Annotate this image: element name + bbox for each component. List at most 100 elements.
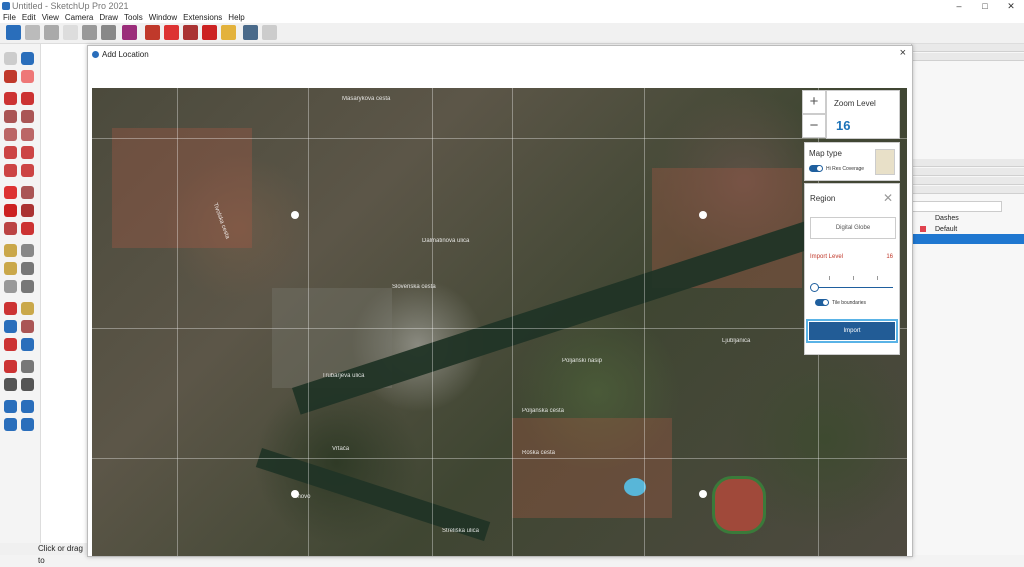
import-level-slider[interactable]: [813, 287, 893, 288]
model-info-icon[interactable]: [183, 25, 198, 40]
pie-icon[interactable]: [21, 164, 34, 177]
close-window-button[interactable]: ✕: [998, 0, 1024, 12]
top-view-icon[interactable]: [25, 25, 40, 40]
hi-res-toggle[interactable]: [809, 165, 823, 172]
sandbox-icon[interactable]: [4, 400, 17, 413]
default-tag-label: Default: [935, 226, 958, 233]
pen-icon[interactable]: [101, 25, 116, 40]
right-view-icon[interactable]: [63, 25, 78, 40]
map-thumbnail-icon[interactable]: [875, 149, 895, 175]
status-bar: Click or drag to: [0, 543, 90, 565]
eraser-icon[interactable]: [21, 70, 34, 83]
walk-icon[interactable]: [4, 378, 17, 391]
rectangle-icon[interactable]: [4, 110, 17, 123]
selected-row[interactable]: [912, 234, 1024, 244]
warehouse-icon[interactable]: [145, 25, 160, 40]
iso-view-icon[interactable]: [6, 25, 21, 40]
tile-line: [644, 88, 645, 556]
line-icon[interactable]: [4, 92, 17, 105]
region-close-icon[interactable]: ✕: [883, 191, 893, 205]
tray-search-input[interactable]: [912, 201, 1002, 212]
tray-panel-row[interactable]: [912, 177, 1024, 185]
tray-panel-row[interactable]: [912, 168, 1024, 176]
menu-file[interactable]: File: [0, 12, 19, 23]
axes-icon[interactable]: [4, 280, 17, 293]
region-corner-handle[interactable]: [699, 211, 707, 219]
menu-draw[interactable]: Draw: [96, 12, 121, 23]
arc-3-icon[interactable]: [4, 164, 17, 177]
zoom-icon[interactable]: [4, 320, 17, 333]
add-location-icon[interactable]: [243, 25, 258, 40]
text-icon[interactable]: [21, 262, 34, 275]
sandbox-4-icon[interactable]: [21, 418, 34, 431]
polygon-icon[interactable]: [21, 128, 34, 141]
select-icon[interactable]: [4, 52, 17, 65]
dimension-icon[interactable]: [21, 244, 34, 257]
tag-icon[interactable]: [262, 25, 277, 40]
import-button[interactable]: Import: [806, 319, 898, 343]
component-icon[interactable]: [21, 52, 34, 65]
arc-icon[interactable]: [4, 146, 17, 159]
tape-measure-icon[interactable]: [4, 244, 17, 257]
rotated-rect-icon[interactable]: [21, 110, 34, 123]
slider-tick: [829, 276, 830, 280]
dialog-close-button[interactable]: ×: [900, 47, 906, 59]
protractor-icon[interactable]: [4, 262, 17, 275]
zoom-in-button[interactable]: +: [802, 90, 826, 114]
sandbox-3-icon[interactable]: [4, 418, 17, 431]
zoom-out-button[interactable]: −: [802, 114, 826, 138]
map-type-panel: Map type Hi Res Coverage: [804, 142, 900, 181]
follow-me-icon[interactable]: [21, 204, 34, 217]
move-icon[interactable]: [4, 186, 17, 199]
status-text: Click or drag to: [38, 544, 83, 565]
look-around-icon[interactable]: [21, 360, 34, 373]
delete-icon[interactable]: [164, 25, 179, 40]
orbit-icon[interactable]: [4, 302, 17, 315]
street-label: Trubarjeva ulica: [322, 373, 365, 379]
maximize-button[interactable]: □: [972, 0, 998, 12]
front-view-icon[interactable]: [44, 25, 59, 40]
satellite-map[interactable]: Masarykova cesta Tivolska cesta Slovensk…: [92, 88, 907, 556]
tray-header[interactable]: [912, 44, 1024, 52]
rotate-icon[interactable]: [4, 204, 17, 217]
menu-camera[interactable]: Camera: [62, 12, 96, 23]
book-icon[interactable]: [221, 25, 236, 40]
region-corner-handle[interactable]: [291, 211, 299, 219]
menu-help[interactable]: Help: [225, 12, 247, 23]
scale-icon[interactable]: [4, 222, 17, 235]
eyedropper-icon[interactable]: [82, 25, 97, 40]
tray-header[interactable]: [912, 53, 1024, 61]
dashes-label: Dashes: [935, 215, 959, 222]
region-corner-handle[interactable]: [699, 490, 707, 498]
paint-bucket-icon[interactable]: [4, 70, 17, 83]
tile-line: [92, 328, 907, 329]
freehand-icon[interactable]: [21, 92, 34, 105]
3d-text-icon[interactable]: [21, 280, 34, 293]
position-camera-icon[interactable]: [4, 360, 17, 373]
refresh-icon[interactable]: [202, 25, 217, 40]
provider-select[interactable]: Digital Globe: [810, 217, 896, 239]
tray-panel-row[interactable]: [912, 186, 1024, 194]
section-plane-icon[interactable]: [21, 378, 34, 391]
slider-handle[interactable]: [810, 283, 819, 292]
menu-window[interactable]: Window: [146, 12, 180, 23]
circle-icon[interactable]: [4, 128, 17, 141]
previous-view-icon[interactable]: [21, 338, 34, 351]
menu-view[interactable]: View: [39, 12, 62, 23]
component-icon[interactable]: [122, 25, 137, 40]
menu-edit[interactable]: Edit: [19, 12, 39, 23]
pan-icon[interactable]: [21, 302, 34, 315]
color-swatch[interactable]: [920, 226, 926, 232]
toolbar: [0, 23, 1024, 44]
sandbox-2-icon[interactable]: [21, 400, 34, 413]
menu-tools[interactable]: Tools: [121, 12, 146, 23]
offset-icon[interactable]: [21, 222, 34, 235]
arc-2-icon[interactable]: [21, 146, 34, 159]
zoom-window-icon[interactable]: [21, 320, 34, 333]
minimize-button[interactable]: –: [946, 0, 972, 12]
zoom-extents-icon[interactable]: [4, 338, 17, 351]
tile-boundaries-toggle[interactable]: [815, 299, 829, 306]
push-pull-icon[interactable]: [21, 186, 34, 199]
menu-extensions[interactable]: Extensions: [180, 12, 225, 23]
tray-panel-row[interactable]: [912, 159, 1024, 167]
